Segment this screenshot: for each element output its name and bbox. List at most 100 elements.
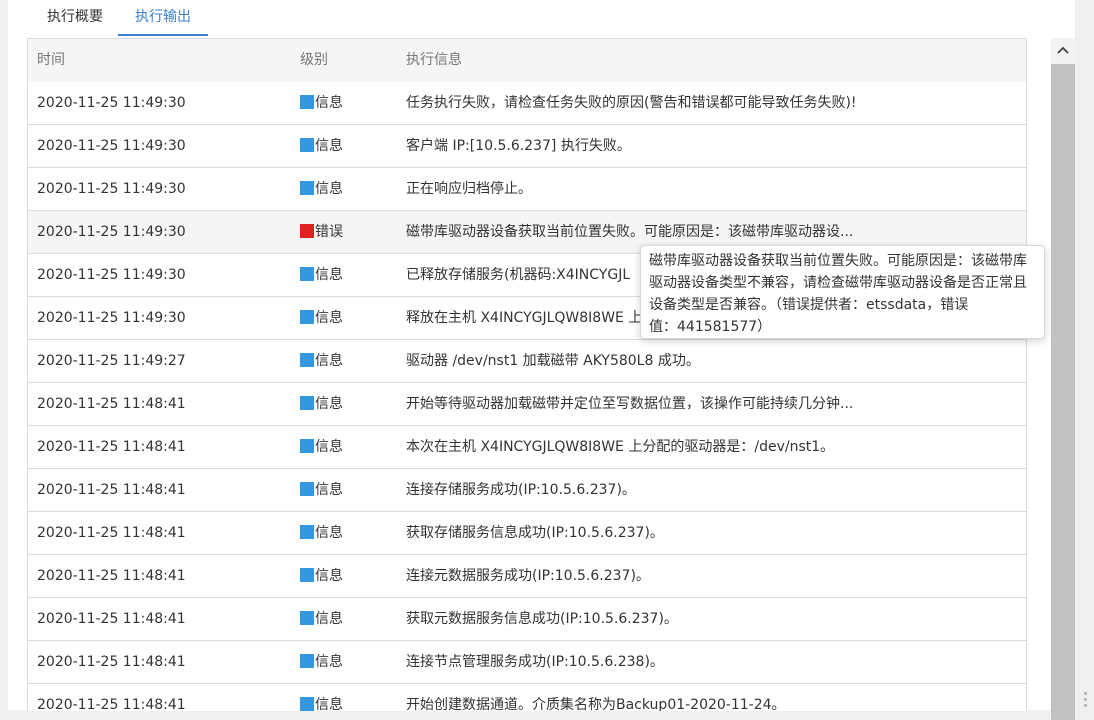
row-level-label: 信息 xyxy=(315,95,343,111)
row-time: 2020-11-25 11:48:41 xyxy=(37,568,186,584)
info-level-icon xyxy=(300,396,314,410)
table-row[interactable]: 2020-11-25 11:48:41 信息 获取元数据服务信息成功(IP:10.5… xyxy=(28,598,1026,641)
chevron-up-icon xyxy=(1057,46,1069,54)
row-level: 信息 xyxy=(300,426,343,468)
row-level: 信息 xyxy=(300,684,343,711)
row-message: 释放在主机 X4INCYGJLQW8I8WE 上 xyxy=(406,310,643,326)
row-time: 2020-11-25 11:49:30 xyxy=(37,138,186,154)
row-time: 2020-11-25 11:48:41 xyxy=(37,697,186,711)
vertical-scrollbar[interactable] xyxy=(1051,38,1075,720)
tab-output[interactable]: 执行输出 xyxy=(118,0,208,36)
row-time: 2020-11-25 11:48:41 xyxy=(37,482,186,498)
row-message: 连接元数据服务成功(IP:10.5.6.237)。 xyxy=(406,568,650,584)
row-level-label: 信息 xyxy=(315,439,343,455)
info-level-icon xyxy=(300,310,314,324)
row-time: 2020-11-25 11:48:41 xyxy=(37,525,186,541)
table-row[interactable]: 2020-11-25 11:49:30 信息 正在响应归档停止。 xyxy=(28,168,1026,211)
info-level-icon xyxy=(300,439,314,453)
row-time: 2020-11-25 11:48:41 xyxy=(37,654,186,670)
row-message: 本次在主机 X4INCYGJLQW8I8WE 上分配的驱动器是：/dev/nst… xyxy=(406,439,835,455)
row-message: 任务执行失败，请检查任务失败的原因(警告和错误都可能导致任务失败)! xyxy=(406,95,857,111)
row-level-label: 信息 xyxy=(315,697,343,711)
row-message: 连接节点管理服务成功(IP:10.5.6.238)。 xyxy=(406,654,664,670)
log-table: 时间 级别 执行信息 2020-11-25 11:49:30 信息 任务执行失败，请… xyxy=(27,38,1027,711)
table-row[interactable]: 2020-11-25 11:48:41 信息 连接节点管理服务成功(IP:10.5.… xyxy=(28,641,1026,684)
row-level-label: 信息 xyxy=(315,310,343,326)
info-level-icon xyxy=(300,138,314,152)
scrollbar-thumb[interactable] xyxy=(1051,64,1075,720)
row-level: 信息 xyxy=(300,340,343,382)
header-level[interactable]: 级别 xyxy=(300,39,328,82)
info-level-icon xyxy=(300,654,314,668)
row-level: 错误 xyxy=(300,211,343,253)
table-row[interactable]: 2020-11-25 11:48:41 信息 开始创建数据通道。介质集名称为Back… xyxy=(28,684,1026,711)
table-row[interactable]: 2020-11-25 11:48:41 信息 本次在主机 X4INCYGJLQW8I… xyxy=(28,426,1026,469)
row-level: 信息 xyxy=(300,254,343,296)
table-row[interactable]: 2020-11-25 11:49:30 信息 客户端 IP:[10.5.6.237]… xyxy=(28,125,1026,168)
row-level: 信息 xyxy=(300,512,343,554)
row-level: 信息 xyxy=(300,82,343,124)
tooltip-line: 设备类型是否兼容。（错误提供者：etssdata，错误 xyxy=(649,297,969,313)
row-level: 信息 xyxy=(300,168,343,210)
row-message: 客户端 IP:[10.5.6.237] 执行失败。 xyxy=(406,138,631,154)
info-level-icon xyxy=(300,697,314,711)
row-message: 驱动器 /dev/nst1 加载磁带 AKY580L8 成功。 xyxy=(406,353,700,369)
row-message: 连接存储服务成功(IP:10.5.6.237)。 xyxy=(406,482,636,498)
scroll-up-button[interactable] xyxy=(1051,38,1075,62)
row-time: 2020-11-25 11:48:41 xyxy=(37,439,186,455)
row-time: 2020-11-25 11:49:30 xyxy=(37,95,186,111)
table-row[interactable]: 2020-11-25 11:48:41 信息 获取存储服务信息成功(IP:10.5.… xyxy=(28,512,1026,555)
row-message: 已释放存储服务(机器码:X4INCYGJL xyxy=(406,267,631,283)
tooltip-line: 值：441581577） xyxy=(649,319,772,335)
tooltip-line: 驱动器设备类型不兼容，请检查磁带库驱动器设备是否正常且 xyxy=(649,275,1027,291)
row-time: 2020-11-25 11:49:27 xyxy=(37,353,186,369)
row-level-label: 信息 xyxy=(315,181,343,197)
row-message: 正在响应归档停止。 xyxy=(406,181,532,197)
row-level: 信息 xyxy=(300,297,343,339)
row-message: 开始创建数据通道。介质集名称为Backup01-2020-11-24。 xyxy=(406,697,786,711)
row-message: 开始等待驱动器加载磁带并定位至写数据位置，该操作可能持续几分钟... xyxy=(406,396,854,412)
row-level: 信息 xyxy=(300,598,343,640)
row-level: 信息 xyxy=(300,125,343,167)
table-row[interactable]: 2020-11-25 11:48:41 信息 开始等待驱动器加载磁带并定位至写数据位… xyxy=(28,383,1026,426)
row-level-label: 信息 xyxy=(315,138,343,154)
row-level-label: 信息 xyxy=(315,482,343,498)
row-level-label: 信息 xyxy=(315,654,343,670)
row-message: 获取元数据服务信息成功(IP:10.5.6.237)。 xyxy=(406,611,678,627)
table-row[interactable]: 2020-11-25 11:48:41 信息 连接存储服务成功(IP:10.5.6.… xyxy=(28,469,1026,512)
header-time[interactable]: 时间 xyxy=(37,39,65,82)
table-row[interactable]: 2020-11-25 11:48:41 信息 连接元数据服务成功(IP:10.5.6… xyxy=(28,555,1026,598)
row-time: 2020-11-25 11:49:30 xyxy=(37,267,186,283)
info-level-icon xyxy=(300,95,314,109)
table-header: 时间 级别 执行信息 xyxy=(28,39,1026,83)
row-time: 2020-11-25 11:48:41 xyxy=(37,611,186,627)
table-row[interactable]: 2020-11-25 11:49:27 信息 驱动器 /dev/nst1 加载磁带 … xyxy=(28,340,1026,383)
task-detail-panel: 执行概要 执行输出 时间 级别 执行信息 2020-11-25 11:49:30… xyxy=(8,0,1075,711)
tooltip-line: 磁带库驱动器设备获取当前位置失败。可能原因是：该磁带库 xyxy=(649,253,1027,269)
info-level-icon xyxy=(300,568,314,582)
info-level-icon xyxy=(300,353,314,367)
row-level-label: 信息 xyxy=(315,396,343,412)
tab-summary[interactable]: 执行概要 xyxy=(36,0,114,34)
row-level: 信息 xyxy=(300,641,343,683)
row-message: 获取存储服务信息成功(IP:10.5.6.237)。 xyxy=(406,525,664,541)
row-level-label: 信息 xyxy=(315,611,343,627)
row-time: 2020-11-25 11:49:30 xyxy=(37,224,186,240)
row-time: 2020-11-25 11:48:41 xyxy=(37,396,186,412)
tab-bar: 执行概要 执行输出 xyxy=(8,0,1075,36)
row-level-label: 信息 xyxy=(315,267,343,283)
row-time: 2020-11-25 11:49:30 xyxy=(37,310,186,326)
row-level-label: 错误 xyxy=(315,224,343,240)
info-level-icon xyxy=(300,181,314,195)
info-level-icon xyxy=(300,525,314,539)
info-level-icon xyxy=(300,482,314,496)
header-message[interactable]: 执行信息 xyxy=(406,39,462,82)
resize-grip-icon[interactable] xyxy=(1082,688,1090,710)
row-time: 2020-11-25 11:49:30 xyxy=(37,181,186,197)
row-level: 信息 xyxy=(300,383,343,425)
row-level: 信息 xyxy=(300,555,343,597)
row-level: 信息 xyxy=(300,469,343,511)
row-level-label: 信息 xyxy=(315,353,343,369)
table-row[interactable]: 2020-11-25 11:49:30 信息 任务执行失败，请检查任务失败的原因(警… xyxy=(28,82,1026,125)
info-level-icon xyxy=(300,611,314,625)
